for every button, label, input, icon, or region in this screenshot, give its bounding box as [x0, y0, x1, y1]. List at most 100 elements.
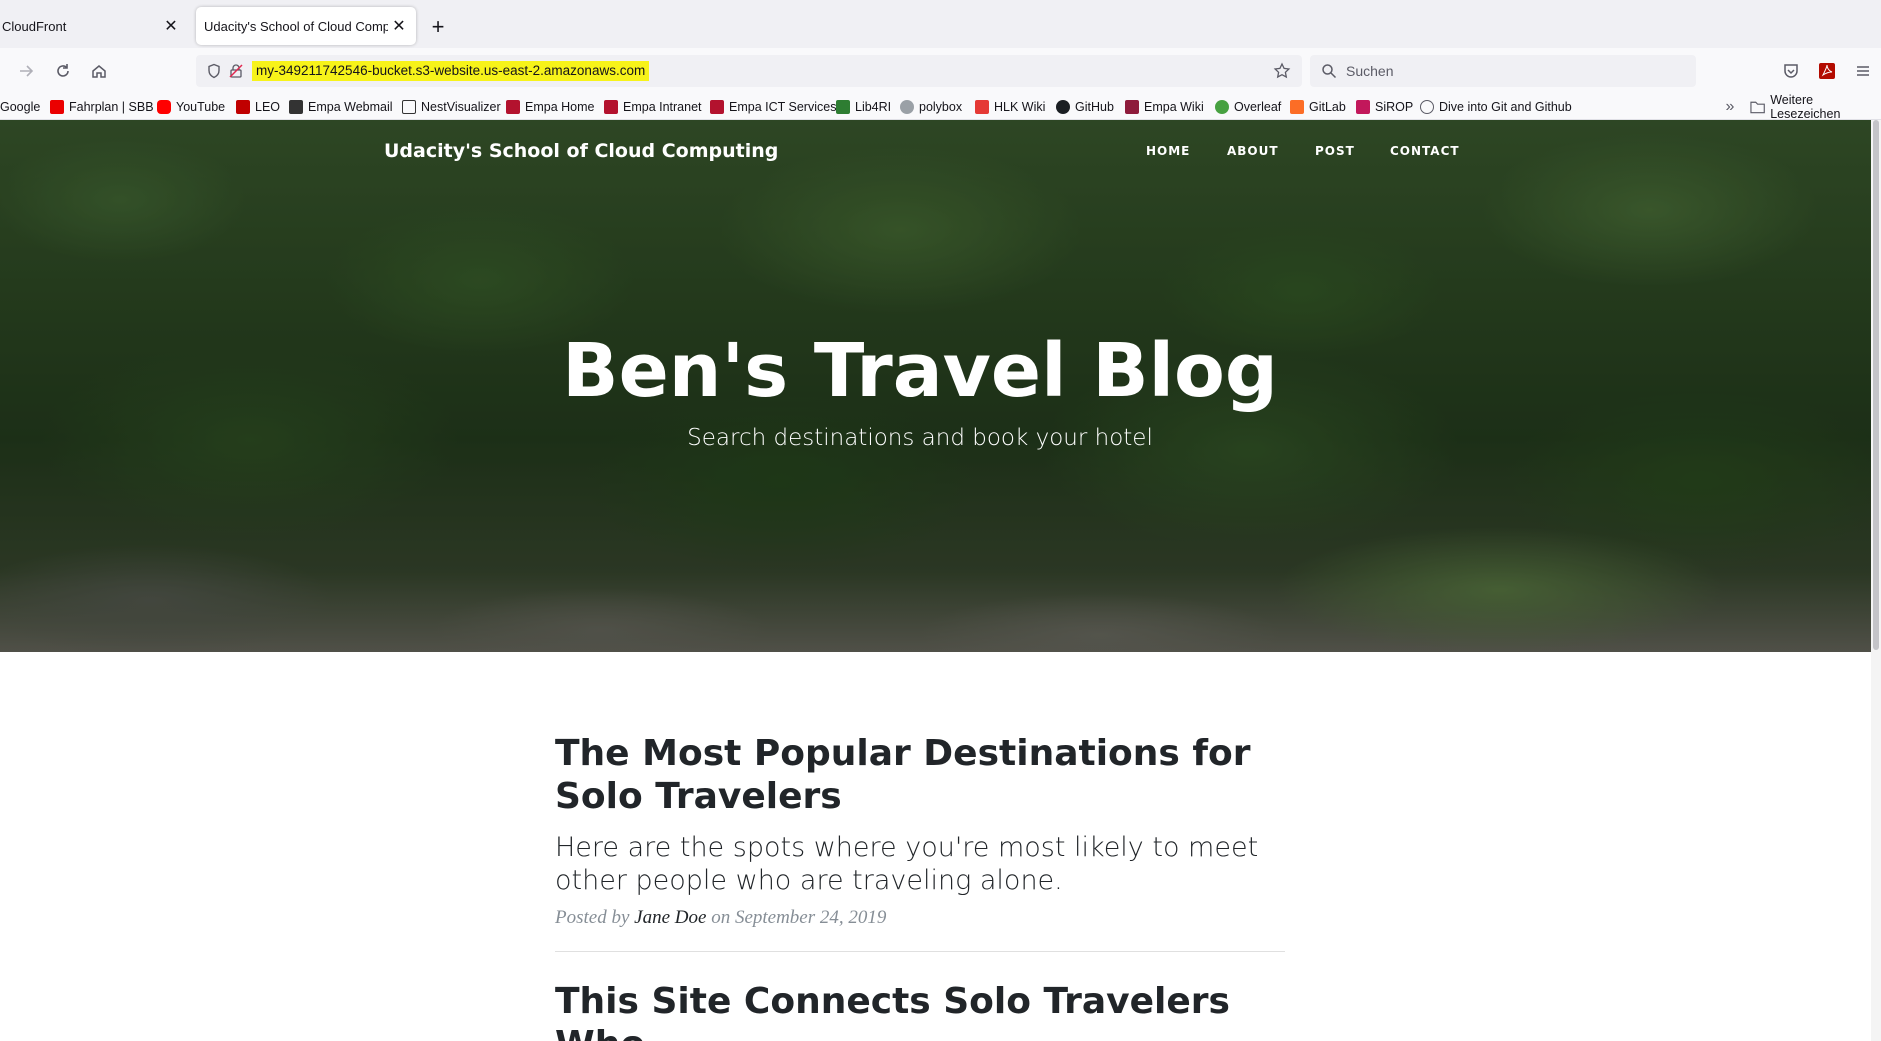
bookmark-google[interactable]: Google: [0, 97, 40, 117]
close-icon[interactable]: ✕: [160, 15, 182, 37]
lib4ri-icon: [836, 100, 850, 114]
search-bar[interactable]: [1310, 55, 1696, 87]
tab-title: Udacity's School of Cloud Computing: [204, 18, 388, 34]
empa-icon: [710, 100, 724, 114]
bookmark-label: SiROP: [1375, 100, 1414, 114]
bookmark-polybox[interactable]: polybox: [900, 97, 962, 117]
address-bar[interactable]: my-349211742546-bucket.s3-website.us-eas…: [196, 55, 1302, 87]
close-icon[interactable]: ✕: [388, 15, 410, 37]
leo-icon: [236, 100, 250, 114]
hero-title: Ben's Travel Blog: [562, 328, 1278, 414]
site-brand-link[interactable]: Udacity's School of Cloud Computing: [384, 140, 778, 162]
post-preview[interactable]: The Most Popular Destinations for Solo T…: [555, 732, 1285, 929]
bookmark-overleaf[interactable]: Overleaf: [1215, 97, 1281, 117]
bookmark-dive-into-git[interactable]: Dive into Git and Github: [1420, 97, 1572, 117]
bookmark-label: Fahrplan | SBB: [69, 100, 154, 114]
bookmark-lib4ri[interactable]: Lib4RI: [836, 97, 891, 117]
tab-title: CloudFront: [2, 18, 67, 34]
bookmark-empa-wiki[interactable]: Empa Wiki: [1125, 97, 1204, 117]
youtube-icon: [157, 100, 171, 114]
new-tab-plus-icon[interactable]: +: [425, 14, 451, 40]
bookmark-label: Dive into Git and Github: [1439, 100, 1572, 114]
cloud-icon: [900, 100, 914, 114]
gitlab-icon: [1290, 100, 1304, 114]
bookmark-label: Overleaf: [1234, 100, 1282, 114]
menu-hamburger-icon[interactable]: [1850, 58, 1876, 84]
hero-subtitle: Search destinations and book your hotel: [687, 425, 1153, 451]
post-meta: Posted by Jane Doe on September 24, 2019: [555, 907, 1285, 929]
acrobat-icon[interactable]: [1814, 58, 1840, 84]
bookmark-youtube[interactable]: YouTube: [157, 97, 225, 117]
bookmark-label: GitLab: [1309, 100, 1346, 114]
page-scrollbar[interactable]: [1871, 120, 1881, 1041]
shield-icon[interactable]: [202, 59, 226, 83]
bookmark-gitlab[interactable]: GitLab: [1290, 97, 1346, 117]
bookmark-label: Empa Home: [525, 100, 595, 114]
search-input[interactable]: [1340, 55, 1680, 87]
bookmark-label: LEO: [255, 100, 281, 114]
bookmark-label: Lib4RI: [855, 100, 892, 114]
navigation-toolbar: my-349211742546-bucket.s3-website.us-eas…: [0, 48, 1881, 94]
post-divider: [555, 951, 1285, 952]
date-prefix: on: [711, 907, 731, 928]
bookmark-label: Empa Intranet: [623, 100, 702, 114]
nav-post-link[interactable]: POST: [1315, 144, 1355, 158]
bookmark-label: YouTube: [176, 100, 226, 114]
forward-arrow-icon[interactable]: [14, 58, 40, 84]
home-icon[interactable]: [86, 58, 112, 84]
bookmark-label: NestVisualizer: [421, 100, 501, 114]
hero-header: Udacity's School of Cloud Computing HOME…: [0, 120, 1871, 652]
bookmark-sbb[interactable]: Fahrplan | SBB: [50, 97, 154, 117]
post-title[interactable]: The Most Popular Destinations for Solo T…: [555, 732, 1285, 818]
bookmark-empa-home[interactable]: Empa Home: [506, 97, 594, 117]
post-list: The Most Popular Destinations for Solo T…: [555, 732, 1285, 1041]
overleaf-icon: [1215, 100, 1229, 114]
wiki-icon: [1125, 100, 1139, 114]
bookmark-nestvisualizer[interactable]: NestVisualizer: [402, 97, 501, 117]
bookmark-label: Empa ICT Services: [729, 100, 837, 114]
bookmark-leo[interactable]: LEO: [236, 97, 280, 117]
bookmark-label: GitHub: [1075, 100, 1114, 114]
bookmark-empa-intranet[interactable]: Empa Intranet: [604, 97, 702, 117]
pocket-icon[interactable]: [1778, 58, 1804, 84]
bookmark-sirop[interactable]: SiROP: [1356, 97, 1413, 117]
post-title[interactable]: This Site Connects Solo Travelers Who: [555, 980, 1285, 1041]
bookmark-hlk-wiki[interactable]: HLK Wiki: [975, 97, 1045, 117]
github-icon: [1056, 100, 1070, 114]
scrollbar-thumb[interactable]: [1873, 120, 1879, 650]
posted-by-label: Posted by: [555, 907, 630, 928]
bookmark-label: polybox: [919, 100, 963, 114]
nest-icon: [402, 100, 416, 114]
post-subtitle[interactable]: Here are the spots where you're most lik…: [555, 831, 1285, 897]
bookmarks-toolbar: Google Fahrplan | SBB YouTube LEO Empa W…: [0, 93, 1881, 121]
search-icon: [1318, 60, 1340, 82]
bookmark-star-icon[interactable]: [1270, 59, 1294, 83]
sirop-icon: [1356, 100, 1370, 114]
reload-icon[interactable]: [50, 58, 76, 84]
nav-contact-link[interactable]: CONTACT: [1390, 144, 1460, 158]
tab-cloudfront[interactable]: CloudFront ✕: [0, 7, 188, 45]
bookmark-empa-webmail[interactable]: Empa Webmail: [289, 97, 393, 117]
hlk-icon: [975, 100, 989, 114]
tab-strip: CloudFront ✕ Udacity's School of Cloud C…: [0, 0, 1881, 48]
bookmark-empa-ict[interactable]: Empa ICT Services: [710, 97, 836, 117]
bookmark-label: Google: [0, 100, 41, 114]
other-bookmarks[interactable]: Weitere Lesezeichen: [1750, 93, 1881, 121]
post-date: September 24, 2019: [734, 907, 887, 928]
insecure-lock-icon[interactable]: [224, 59, 248, 83]
bookmark-github[interactable]: GitHub: [1056, 97, 1114, 117]
bookmark-label: Empa Webmail: [308, 100, 393, 114]
webmail-icon: [289, 100, 303, 114]
chevron-double-right-icon[interactable]: »: [1720, 97, 1740, 117]
sbb-icon: [50, 100, 64, 114]
globe-icon: [1420, 100, 1434, 114]
tab-udacity[interactable]: Udacity's School of Cloud Computing ✕: [196, 7, 416, 45]
other-bookmarks-label: Weitere Lesezeichen: [1770, 93, 1841, 121]
folder-icon: [1750, 101, 1765, 114]
url-text[interactable]: my-349211742546-bucket.s3-website.us-eas…: [252, 61, 650, 81]
bookmark-label: HLK Wiki: [994, 100, 1046, 114]
post-author-link[interactable]: Jane Doe: [634, 907, 706, 928]
empa-icon: [604, 100, 618, 114]
nav-home-link[interactable]: HOME: [1146, 144, 1190, 158]
nav-about-link[interactable]: ABOUT: [1227, 144, 1279, 158]
